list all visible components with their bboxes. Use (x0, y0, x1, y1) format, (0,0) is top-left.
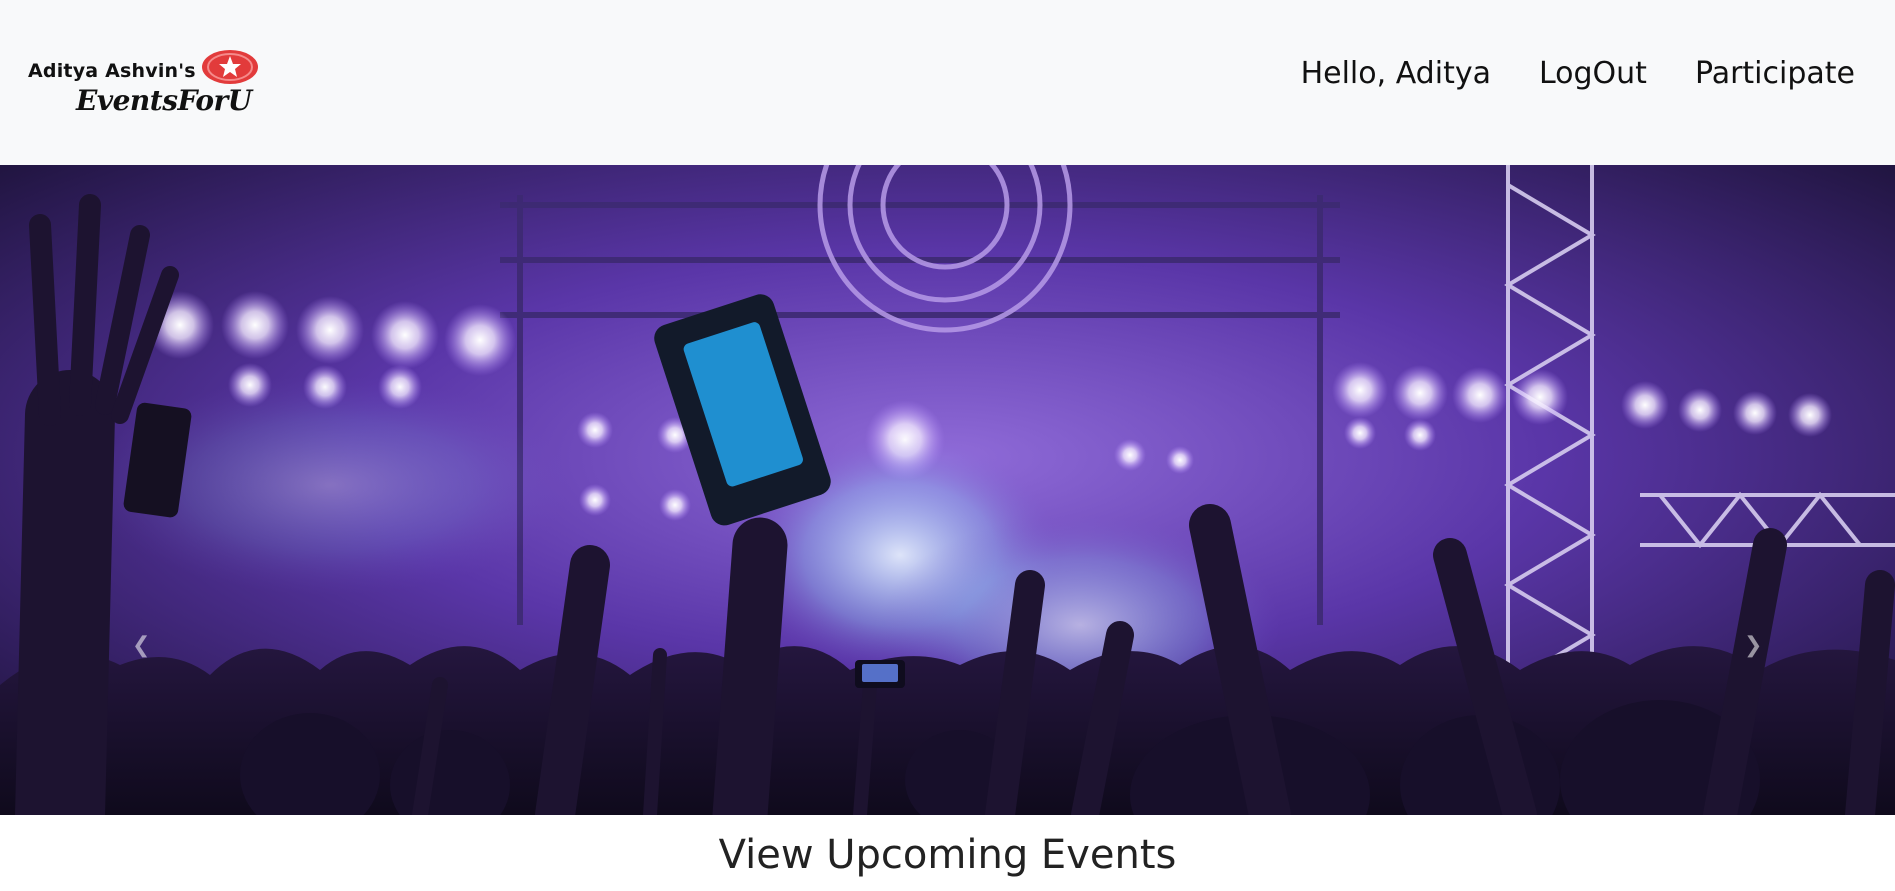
hero-carousel: ❮ ❯ (0, 165, 1895, 815)
brand-name: Aditya Ashvin's (28, 60, 196, 82)
section-title: View Upcoming Events (718, 832, 1177, 878)
chevron-left-icon[interactable]: ❮ (132, 633, 150, 658)
nav-links: Hello, Aditya LogOut Participate (1301, 56, 1855, 91)
star-icon (202, 50, 258, 84)
brand-title: EventsForU (76, 84, 252, 117)
logout-link[interactable]: LogOut (1539, 56, 1647, 91)
participate-link[interactable]: Participate (1695, 56, 1855, 91)
brand-logo[interactable]: Aditya Ashvin's EventsForU (28, 48, 278, 117)
greeting-link[interactable]: Hello, Aditya (1301, 56, 1491, 91)
chevron-right-icon[interactable]: ❯ (1744, 633, 1762, 658)
navbar: Aditya Ashvin's EventsForU Hello, Aditya… (0, 0, 1895, 165)
concert-image (0, 165, 1895, 815)
